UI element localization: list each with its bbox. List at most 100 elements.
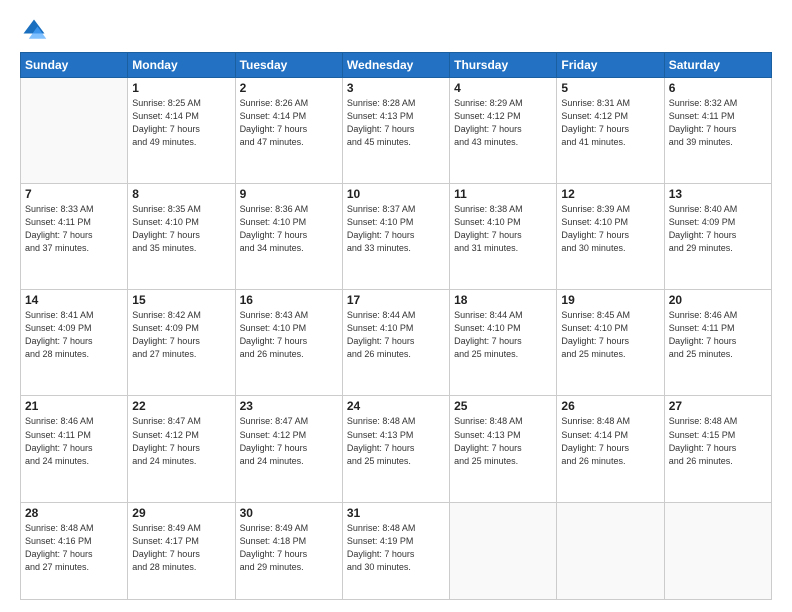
calendar-cell: 15Sunrise: 8:42 AM Sunset: 4:09 PM Dayli… <box>128 290 235 396</box>
calendar-cell: 10 Sunrise: 8:37 AM Sunset: 4:10 PM Dayli… <box>342 184 449 290</box>
day-number: 5 <box>561 81 659 95</box>
weekday-header-thursday: Thursday <box>450 53 557 78</box>
calendar-week-row: 28 Sunrise: 8:48 AM Sunset: 4:16 PM Dayli… <box>21 502 772 599</box>
day-number: 24 <box>347 399 445 413</box>
day-info: Sunrise: 8:48 AM Sunset: 4:15 PM Dayligh… <box>669 415 767 467</box>
day-info: Sunrise: 8:37 AM Sunset: 4:10 PM Dayligh… <box>347 203 445 255</box>
day-number: 1 <box>132 81 230 95</box>
day-info: Sunrise: 8:43 AM Sunset: 4:10 PM Dayligh… <box>240 309 338 361</box>
day-info: Sunrise: 8:26 AM Sunset: 4:14 PM Dayligh… <box>240 97 338 149</box>
calendar-cell: 13 Sunrise: 8:40 AM Sunset: 4:09 PM Dayli… <box>664 184 771 290</box>
day-number: 26 <box>561 399 659 413</box>
calendar-cell: 6 Sunrise: 8:32 AM Sunset: 4:11 PM Daylig… <box>664 78 771 184</box>
day-number: 17 <box>347 293 445 307</box>
day-info: Sunrise: 8:48 AM Sunset: 4:16 PM Dayligh… <box>25 522 123 574</box>
calendar-cell: 21 Sunrise: 8:46 AM Sunset: 4:11 PM Dayli… <box>21 396 128 502</box>
calendar-cell: 29Sunrise: 8:49 AM Sunset: 4:17 PM Dayli… <box>128 502 235 599</box>
day-info: Sunrise: 8:46 AM Sunset: 4:11 PM Dayligh… <box>25 415 123 467</box>
calendar-week-row: 14 Sunrise: 8:41 AM Sunset: 4:09 PM Dayli… <box>21 290 772 396</box>
day-number: 25 <box>454 399 552 413</box>
day-info: Sunrise: 8:46 AM Sunset: 4:11 PM Dayligh… <box>669 309 767 361</box>
day-number: 13 <box>669 187 767 201</box>
day-number: 15 <box>132 293 230 307</box>
calendar-cell: 14 Sunrise: 8:41 AM Sunset: 4:09 PM Dayli… <box>21 290 128 396</box>
calendar-cell: 25 Sunrise: 8:48 AM Sunset: 4:13 PM Dayli… <box>450 396 557 502</box>
calendar-cell: 17 Sunrise: 8:44 AM Sunset: 4:10 PM Dayli… <box>342 290 449 396</box>
day-info: Sunrise: 8:36 AM Sunset: 4:10 PM Dayligh… <box>240 203 338 255</box>
calendar-cell: 18 Sunrise: 8:44 AM Sunset: 4:10 PM Dayli… <box>450 290 557 396</box>
day-number: 11 <box>454 187 552 201</box>
day-number: 18 <box>454 293 552 307</box>
day-info: Sunrise: 8:47 AM Sunset: 4:12 PM Dayligh… <box>240 415 338 467</box>
calendar-cell <box>450 502 557 599</box>
calendar-cell: 22 Sunrise: 8:47 AM Sunset: 4:12 PM Dayli… <box>128 396 235 502</box>
calendar-cell: 2 Sunrise: 8:26 AM Sunset: 4:14 PM Daylig… <box>235 78 342 184</box>
day-number: 9 <box>240 187 338 201</box>
day-number: 22 <box>132 399 230 413</box>
day-info: Sunrise: 8:41 AM Sunset: 4:09 PM Dayligh… <box>25 309 123 361</box>
day-number: 4 <box>454 81 552 95</box>
calendar-week-row: 7Sunrise: 8:33 AM Sunset: 4:11 PM Daylig… <box>21 184 772 290</box>
calendar-cell: 7Sunrise: 8:33 AM Sunset: 4:11 PM Daylig… <box>21 184 128 290</box>
weekday-header-friday: Friday <box>557 53 664 78</box>
day-number: 6 <box>669 81 767 95</box>
day-number: 19 <box>561 293 659 307</box>
day-number: 3 <box>347 81 445 95</box>
calendar-cell: 20 Sunrise: 8:46 AM Sunset: 4:11 PM Dayli… <box>664 290 771 396</box>
day-number: 12 <box>561 187 659 201</box>
day-info: Sunrise: 8:29 AM Sunset: 4:12 PM Dayligh… <box>454 97 552 149</box>
calendar-cell: 26 Sunrise: 8:48 AM Sunset: 4:14 PM Dayli… <box>557 396 664 502</box>
calendar-cell: 1 Sunrise: 8:25 AM Sunset: 4:14 PM Daylig… <box>128 78 235 184</box>
day-info: Sunrise: 8:45 AM Sunset: 4:10 PM Dayligh… <box>561 309 659 361</box>
day-info: Sunrise: 8:49 AM Sunset: 4:18 PM Dayligh… <box>240 522 338 574</box>
calendar-cell: 4 Sunrise: 8:29 AM Sunset: 4:12 PM Daylig… <box>450 78 557 184</box>
weekday-header-row: SundayMondayTuesdayWednesdayThursdayFrid… <box>21 53 772 78</box>
calendar-cell: 19 Sunrise: 8:45 AM Sunset: 4:10 PM Dayli… <box>557 290 664 396</box>
logo-icon <box>20 16 48 44</box>
calendar-cell: 30 Sunrise: 8:49 AM Sunset: 4:18 PM Dayli… <box>235 502 342 599</box>
day-info: Sunrise: 8:33 AM Sunset: 4:11 PM Dayligh… <box>25 203 123 255</box>
calendar-cell: 31Sunrise: 8:48 AM Sunset: 4:19 PM Dayli… <box>342 502 449 599</box>
day-number: 10 <box>347 187 445 201</box>
day-number: 21 <box>25 399 123 413</box>
header <box>20 16 772 44</box>
weekday-header-monday: Monday <box>128 53 235 78</box>
day-info: Sunrise: 8:39 AM Sunset: 4:10 PM Dayligh… <box>561 203 659 255</box>
day-info: Sunrise: 8:48 AM Sunset: 4:14 PM Dayligh… <box>561 415 659 467</box>
day-info: Sunrise: 8:32 AM Sunset: 4:11 PM Dayligh… <box>669 97 767 149</box>
day-number: 27 <box>669 399 767 413</box>
calendar-cell: 5 Sunrise: 8:31 AM Sunset: 4:12 PM Daylig… <box>557 78 664 184</box>
calendar-cell <box>21 78 128 184</box>
logo <box>20 16 52 44</box>
day-info: Sunrise: 8:25 AM Sunset: 4:14 PM Dayligh… <box>132 97 230 149</box>
day-number: 23 <box>240 399 338 413</box>
day-number: 28 <box>25 506 123 520</box>
day-number: 30 <box>240 506 338 520</box>
calendar-cell: 28 Sunrise: 8:48 AM Sunset: 4:16 PM Dayli… <box>21 502 128 599</box>
calendar-cell <box>664 502 771 599</box>
calendar-cell: 16 Sunrise: 8:43 AM Sunset: 4:10 PM Dayli… <box>235 290 342 396</box>
day-number: 20 <box>669 293 767 307</box>
calendar-cell: 9 Sunrise: 8:36 AM Sunset: 4:10 PM Daylig… <box>235 184 342 290</box>
day-info: Sunrise: 8:40 AM Sunset: 4:09 PM Dayligh… <box>669 203 767 255</box>
day-number: 29 <box>132 506 230 520</box>
calendar-cell: 24Sunrise: 8:48 AM Sunset: 4:13 PM Dayli… <box>342 396 449 502</box>
calendar-week-row: 1 Sunrise: 8:25 AM Sunset: 4:14 PM Daylig… <box>21 78 772 184</box>
calendar-cell: 12 Sunrise: 8:39 AM Sunset: 4:10 PM Dayli… <box>557 184 664 290</box>
calendar-cell: 27 Sunrise: 8:48 AM Sunset: 4:15 PM Dayli… <box>664 396 771 502</box>
calendar-cell: 8Sunrise: 8:35 AM Sunset: 4:10 PM Daylig… <box>128 184 235 290</box>
calendar-table: SundayMondayTuesdayWednesdayThursdayFrid… <box>20 52 772 600</box>
day-info: Sunrise: 8:44 AM Sunset: 4:10 PM Dayligh… <box>454 309 552 361</box>
day-info: Sunrise: 8:31 AM Sunset: 4:12 PM Dayligh… <box>561 97 659 149</box>
day-number: 16 <box>240 293 338 307</box>
day-number: 14 <box>25 293 123 307</box>
day-info: Sunrise: 8:47 AM Sunset: 4:12 PM Dayligh… <box>132 415 230 467</box>
day-info: Sunrise: 8:38 AM Sunset: 4:10 PM Dayligh… <box>454 203 552 255</box>
weekday-header-sunday: Sunday <box>21 53 128 78</box>
weekday-header-wednesday: Wednesday <box>342 53 449 78</box>
calendar-cell <box>557 502 664 599</box>
day-info: Sunrise: 8:44 AM Sunset: 4:10 PM Dayligh… <box>347 309 445 361</box>
day-info: Sunrise: 8:48 AM Sunset: 4:13 PM Dayligh… <box>454 415 552 467</box>
day-number: 31 <box>347 506 445 520</box>
day-number: 2 <box>240 81 338 95</box>
